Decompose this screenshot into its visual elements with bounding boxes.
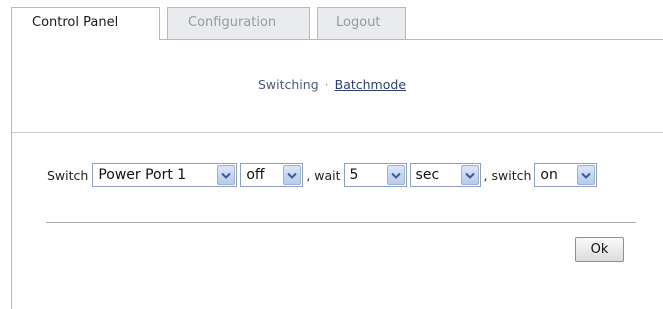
wait-label: , wait [306, 167, 341, 183]
time-unit-select[interactable]: sec [409, 163, 481, 187]
tab-configuration[interactable]: Configuration [167, 7, 310, 39]
wait-value: 5 [349, 167, 359, 183]
chevron-down-icon [460, 165, 479, 185]
chevron-down-icon [386, 165, 405, 185]
divider-top [12, 132, 663, 133]
tab-bar: Control Panel Configuration Logout [11, 7, 413, 40]
switch-again-label: , switch [483, 167, 532, 183]
sub-navigation: Switching · Batchmode [12, 77, 652, 92]
time-unit-value: sec [415, 167, 440, 183]
wait-value-select[interactable]: 5 [343, 163, 407, 187]
control-panel-page: Control Panel Configuration Logout Switc… [0, 0, 663, 309]
second-state-value: on [540, 167, 558, 183]
tab-control-panel[interactable]: Control Panel [11, 7, 160, 40]
power-port-select[interactable]: Power Port 1 [92, 163, 238, 187]
subnav-separator: · [324, 77, 329, 92]
ok-button[interactable]: Ok [575, 237, 624, 262]
second-state-select[interactable]: on [534, 163, 598, 187]
tab-logout[interactable]: Logout [317, 7, 406, 39]
batch-switch-row: Switch Power Port 1 off , wait 5 sec , s… [47, 163, 600, 187]
first-state-value: off [246, 167, 265, 183]
chevron-down-icon [577, 165, 596, 185]
first-state-select[interactable]: off [240, 163, 304, 187]
batchmode-link[interactable]: Batchmode [335, 77, 406, 92]
chevron-down-icon [217, 165, 236, 185]
switch-label: Switch [47, 167, 89, 183]
divider-bottom [46, 222, 636, 223]
switching-link[interactable]: Switching [258, 77, 319, 92]
content-panel: Switching · Batchmode Switch Power Port 1 … [11, 39, 663, 309]
power-port-value: Power Port 1 [98, 167, 187, 183]
chevron-down-icon [283, 165, 302, 185]
